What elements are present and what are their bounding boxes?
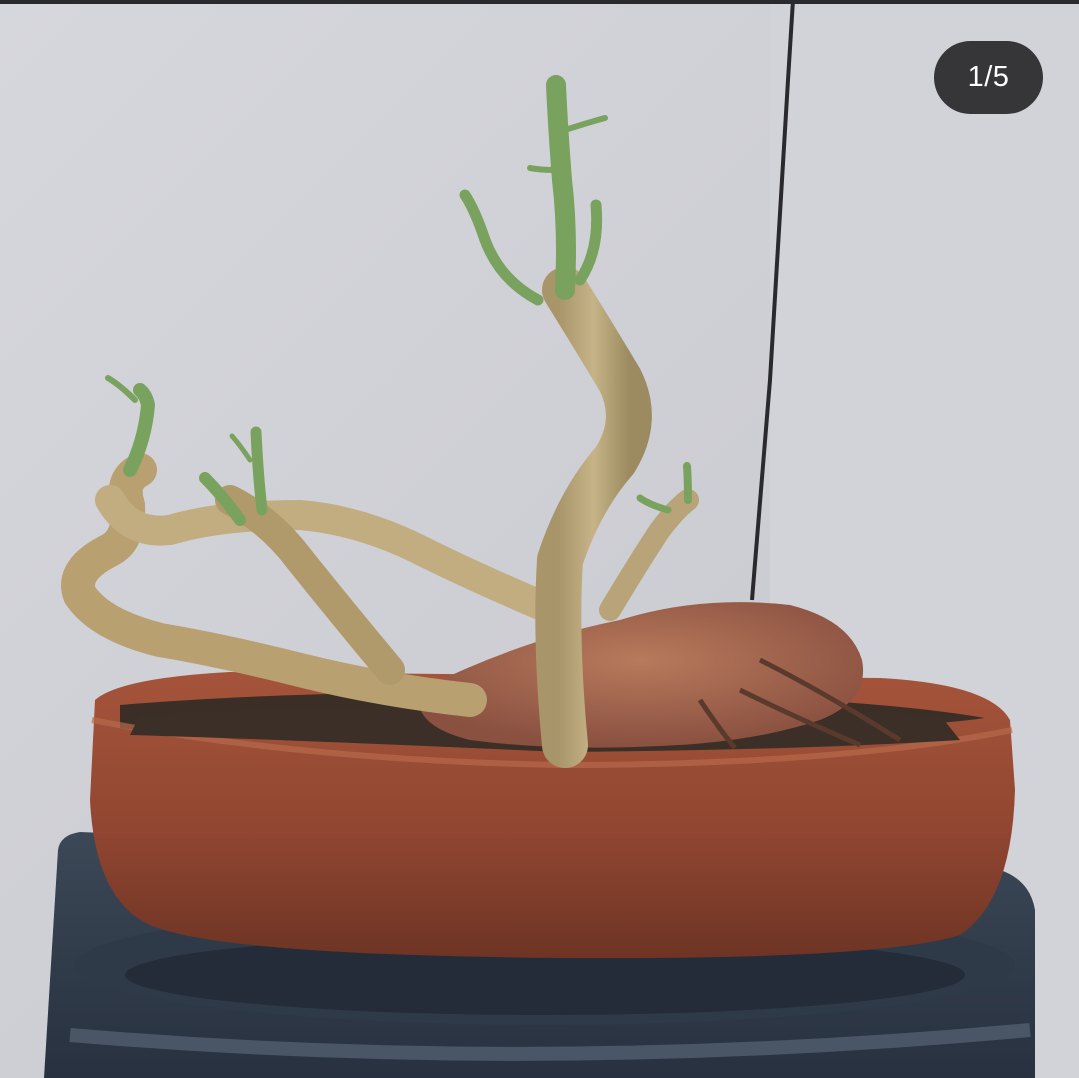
image-viewer[interactable]: 1/5	[0, 0, 1079, 1078]
shoot-twig-b	[527, 165, 558, 173]
top-edge	[0, 0, 1079, 4]
image-counter-badge: 1/5	[934, 41, 1043, 114]
shoot-apex	[546, 75, 576, 300]
shoot-mid-a	[250, 426, 268, 516]
bonsai-photo[interactable]	[0, 0, 1079, 1078]
shoot-right-a	[683, 462, 692, 504]
